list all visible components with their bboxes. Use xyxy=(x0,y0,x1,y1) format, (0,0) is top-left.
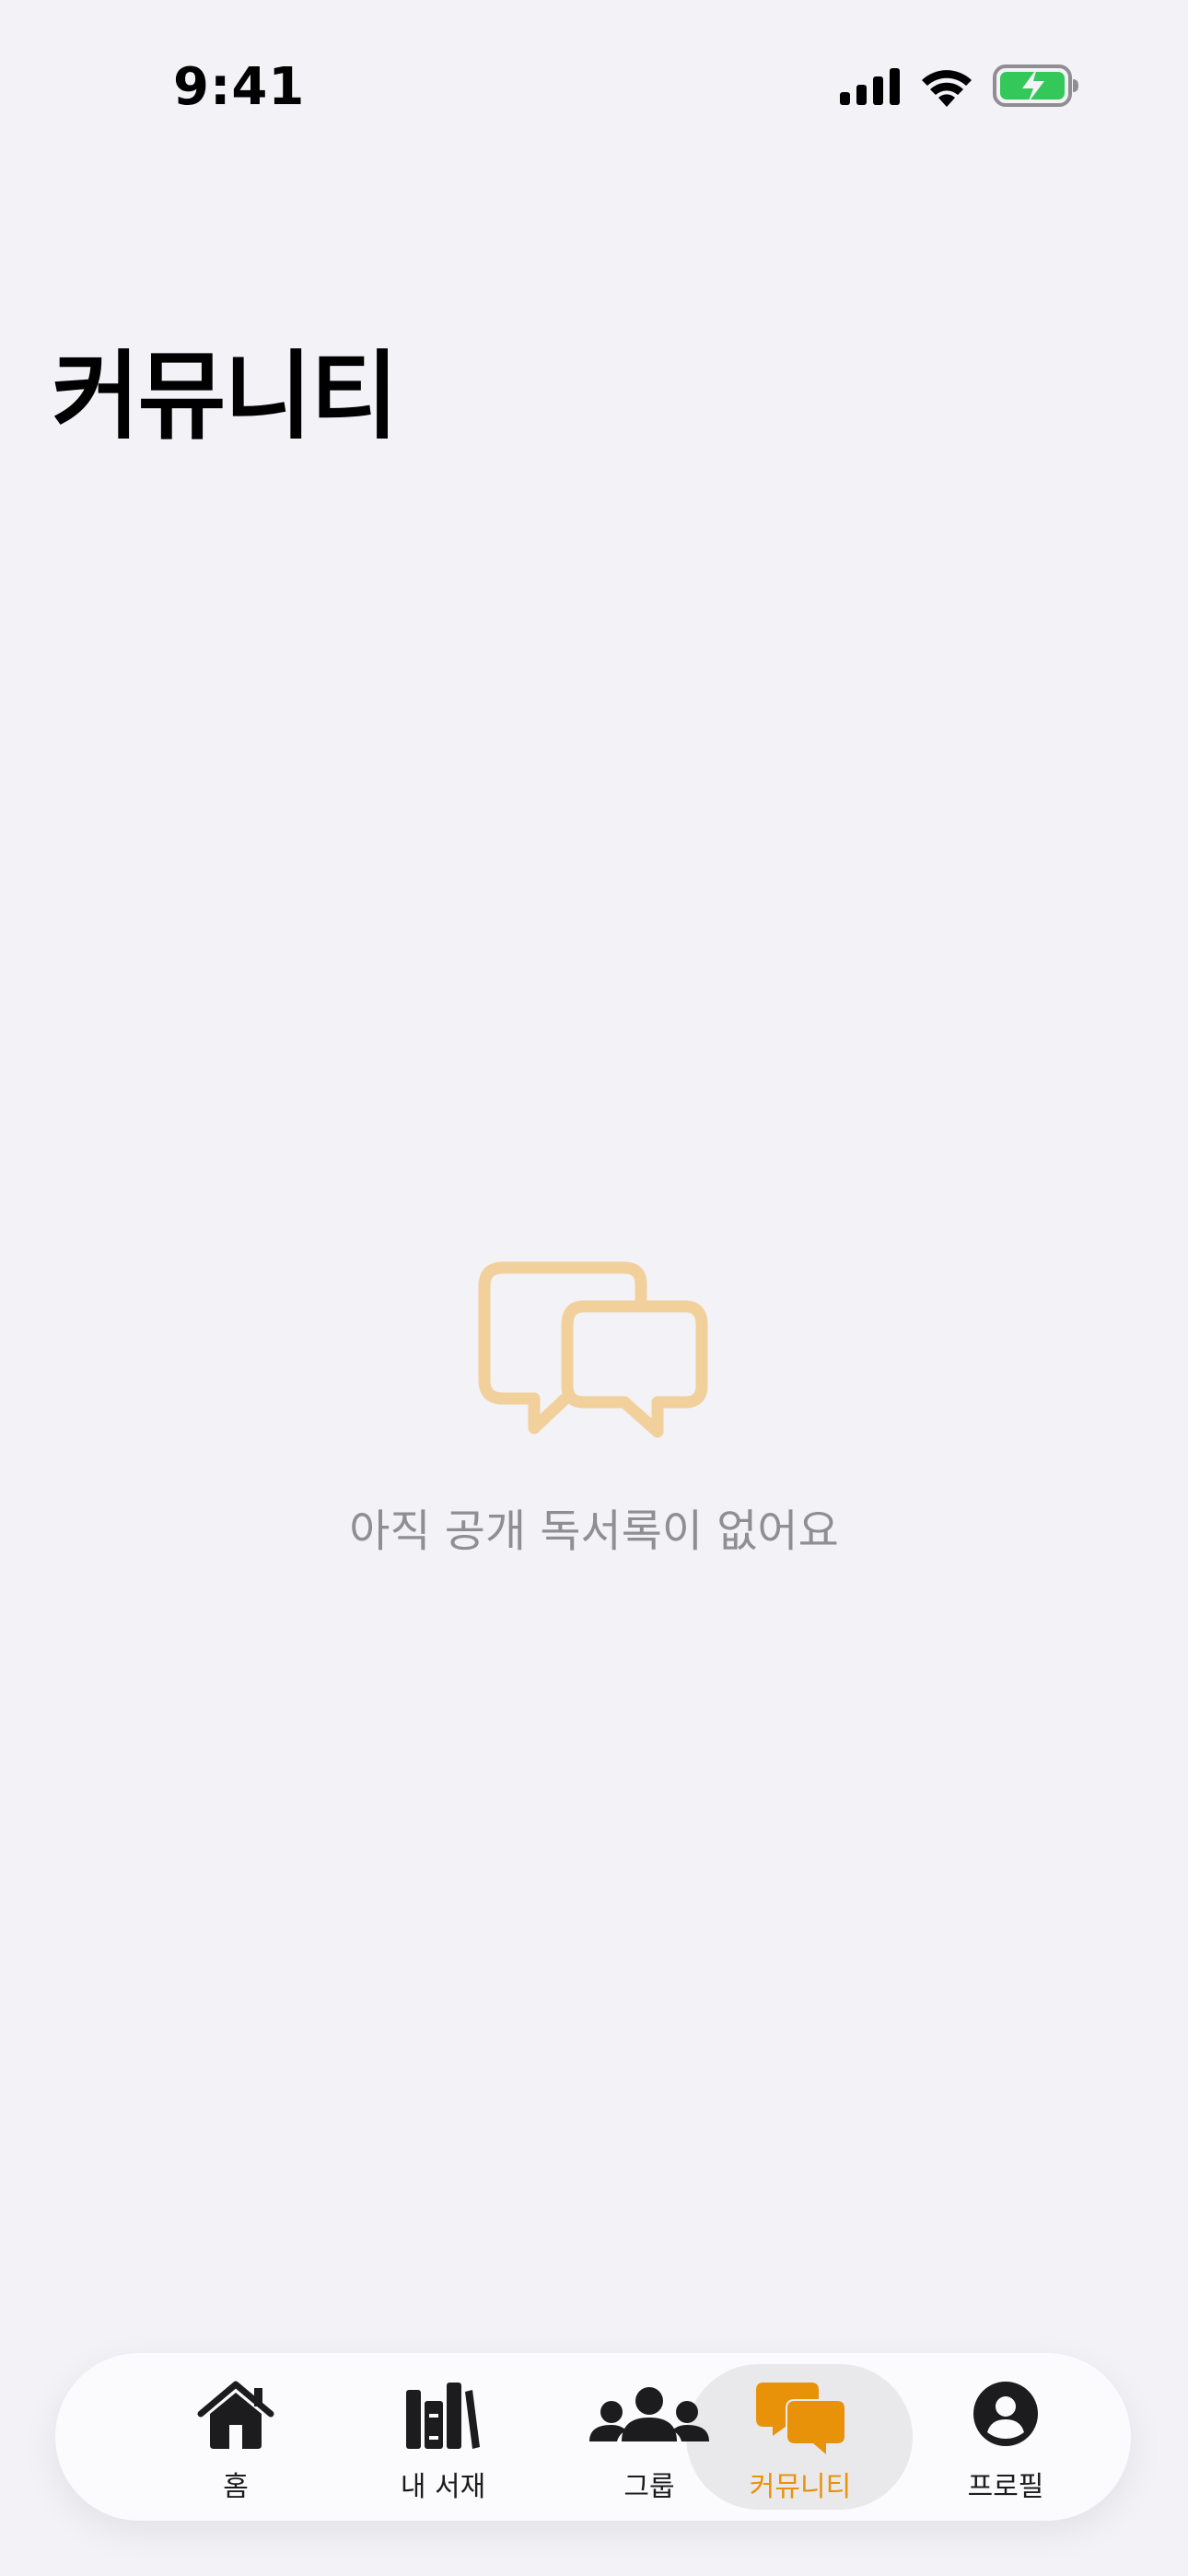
chat-bubbles-icon xyxy=(478,1261,708,1438)
tab-profile-label: 프로필 xyxy=(967,2471,1044,2503)
tab-community[interactable]: 커뮤니티 xyxy=(697,2353,903,2521)
screen: 9:41 커뮤니티 아직 공개 독서록이 없어요 홈 내 서재 그룹 커뮤니티 … xyxy=(0,0,1188,2576)
battery-charging-icon xyxy=(993,64,1078,107)
cellular-signal-icon xyxy=(840,68,900,105)
tab-my-library-label: 내 서재 xyxy=(400,2471,486,2503)
books-icon xyxy=(406,2383,480,2449)
page-title: 커뮤니티 xyxy=(52,340,399,452)
status-icons xyxy=(840,64,1079,111)
tab-my-library[interactable]: 내 서재 xyxy=(340,2353,546,2521)
person-circle-icon xyxy=(973,2382,1038,2446)
empty-state-message: 아직 공개 독서록이 없어요 xyxy=(349,1505,839,1557)
people-icon xyxy=(589,2387,709,2441)
tab-home-label: 홈 xyxy=(223,2471,249,2503)
house-icon xyxy=(197,2381,274,2449)
tab-home[interactable]: 홈 xyxy=(133,2353,339,2521)
wifi-icon xyxy=(922,70,972,107)
chat-bubbles-icon xyxy=(756,2383,844,2454)
status-time: 9:41 xyxy=(173,57,306,117)
tab-bar: 홈 내 서재 그룹 커뮤니티 프로필 xyxy=(55,2353,1131,2521)
tab-community-label: 커뮤니티 xyxy=(749,2471,852,2503)
tab-profile[interactable]: 프로필 xyxy=(903,2353,1109,2521)
